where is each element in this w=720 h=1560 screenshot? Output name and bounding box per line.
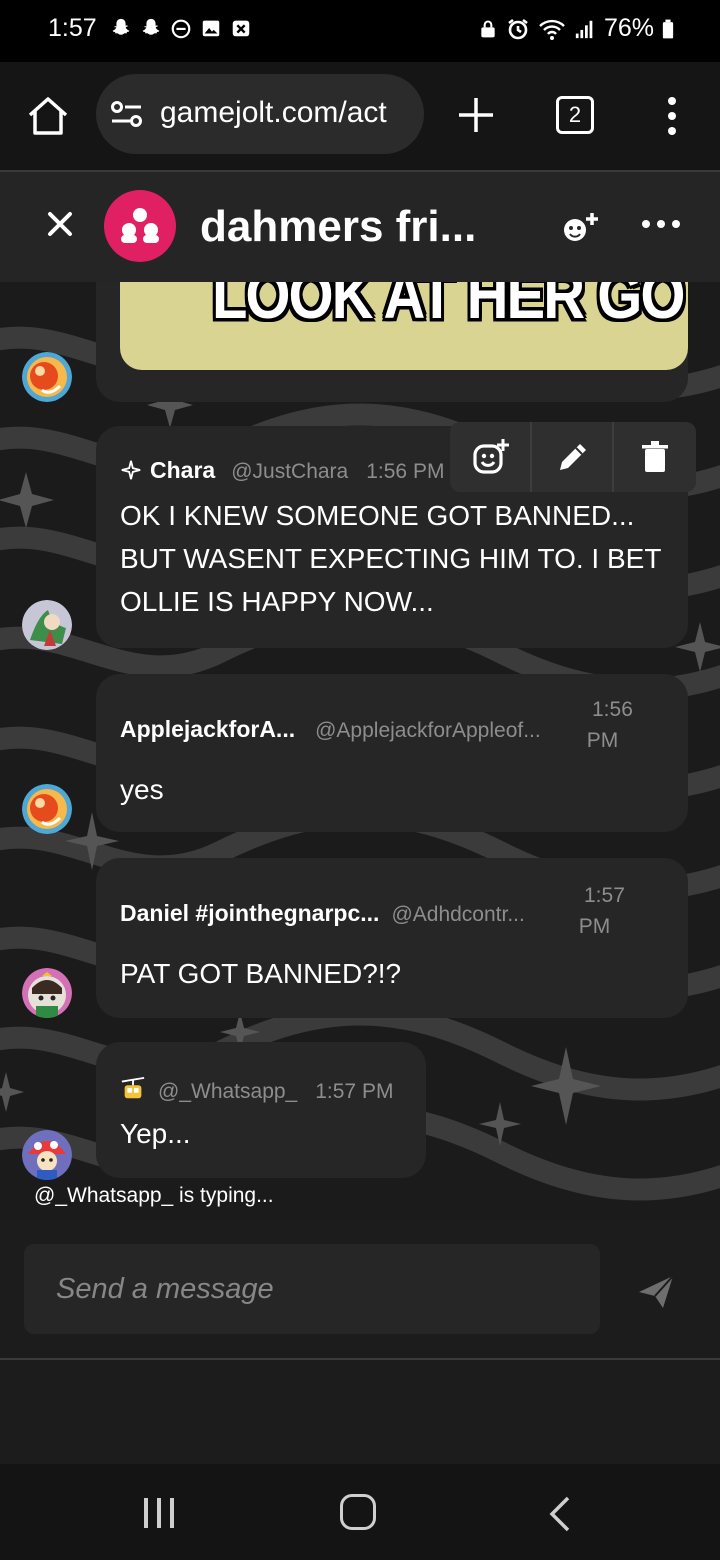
avatar[interactable] [22, 1130, 72, 1180]
gallery-icon [200, 16, 222, 40]
trash-icon [642, 441, 668, 472]
site-settings-icon[interactable] [110, 100, 144, 128]
address-bar[interactable]: gamejolt.com/act [96, 74, 424, 154]
message-header: Chara @JustChara 1:56 PM [120, 456, 444, 484]
message-input[interactable] [24, 1244, 600, 1334]
alarm-icon [508, 18, 528, 39]
status-bar: 1:57 76% [0, 0, 720, 62]
avatar-apple-image [22, 784, 72, 834]
lock-icon [481, 20, 495, 37]
close-box-icon [230, 16, 252, 40]
message-text: yes [120, 774, 164, 805]
message-time: 1:56 PM [366, 460, 445, 483]
battery-icon [662, 19, 674, 38]
pencil-icon [560, 444, 586, 470]
message-handle[interactable]: @_Whatsapp_ [158, 1080, 297, 1104]
edit-message-button[interactable] [532, 422, 614, 492]
wifi-icon [539, 19, 565, 40]
message-header: ApplejackforA... @ApplejackforAppleof... [120, 716, 541, 743]
message-text: PAT GOT BANNED?!? [120, 958, 402, 989]
snapchat-icon [140, 16, 162, 40]
message-handle[interactable]: @Adhdcontr... [391, 903, 524, 927]
chat-title[interactable]: dahmers fri... [200, 202, 476, 252]
add-reaction-icon [473, 439, 509, 474]
avatar[interactable] [22, 784, 72, 834]
chat-header: dahmers fri... [0, 170, 720, 282]
message-handle[interactable]: @ApplejackforAppleof... [315, 719, 541, 743]
avatar-chara-image [22, 600, 72, 650]
url-text: gamejolt.com/act [160, 96, 387, 129]
signal-icon [575, 20, 593, 38]
message-author[interactable]: Daniel #jointhegnarpc... [120, 900, 379, 927]
message-time: 1:56 PM [586, 698, 633, 752]
home-button[interactable] [340, 1494, 376, 1530]
avatar-apple-image [22, 352, 72, 402]
message-bubble[interactable]: ApplejackforA... @ApplejackforAppleof...… [96, 674, 688, 832]
dnd-icon [170, 16, 192, 40]
avatar-toad-image [22, 1130, 72, 1180]
avatar-daniel-image [22, 968, 72, 1018]
add-reaction-button[interactable] [450, 422, 532, 492]
tab-switcher-button[interactable]: 2 [556, 96, 594, 134]
add-member-icon[interactable] [558, 210, 600, 246]
meme-image[interactable]: LOOK AT HER GO [120, 282, 688, 370]
group-avatar[interactable] [104, 190, 176, 262]
browser-toolbar: gamejolt.com/act 2 [0, 62, 720, 170]
message-time: 1:57 PM [315, 1080, 394, 1103]
message-text: OK I KNEW SOMEONE GOT BANNED... BUT WASE… [120, 500, 661, 617]
message-header: Daniel #jointhegnarpc... @Adhdcontr... [120, 900, 525, 927]
meme-caption: LOOK AT HER GO [212, 282, 685, 333]
message-header: @_Whatsapp_ 1:57 PM [120, 1072, 393, 1104]
recent-apps-icon[interactable] [142, 1496, 176, 1530]
back-icon[interactable] [548, 1496, 572, 1532]
close-icon[interactable] [46, 210, 74, 238]
message-action-bar [450, 422, 696, 492]
message-time: 1:57 PM [578, 884, 625, 938]
avatar[interactable] [22, 968, 72, 1018]
group-icon [121, 208, 159, 243]
message-bubble[interactable]: Daniel #jointhegnarpc... @Adhdcontr... 1… [96, 858, 688, 1018]
typing-indicator: @_Whatsapp_ is typing... [34, 1184, 274, 1207]
notification-icons [110, 16, 252, 40]
send-icon[interactable] [636, 1272, 676, 1312]
delete-message-button[interactable] [614, 422, 696, 492]
more-vert-icon[interactable] [660, 96, 684, 136]
message-handle[interactable]: @JustChara [231, 460, 348, 484]
message-composer [0, 1220, 720, 1360]
sparkle-icon [121, 460, 141, 480]
message-bubble[interactable]: @_Whatsapp_ 1:57 PM Yep... [96, 1042, 426, 1178]
message-text: Yep... [120, 1118, 191, 1149]
snapchat-icon [110, 16, 132, 40]
cable-car-icon [121, 1076, 145, 1099]
chat-messages[interactable]: LOOK AT HER GO Chara @JustChara 1:56 PM … [0, 282, 720, 1220]
more-horiz-icon[interactable] [640, 216, 682, 232]
status-time: 1:57 [48, 14, 97, 42]
message-author[interactable]: ApplejackforA... [120, 716, 295, 743]
home-icon[interactable] [26, 94, 70, 138]
new-tab-icon[interactable] [455, 94, 497, 136]
page-footer-space [0, 1360, 720, 1464]
avatar[interactable] [22, 600, 72, 650]
system-nav-bar [0, 1464, 720, 1560]
avatar[interactable] [22, 352, 72, 402]
status-right: 76% [478, 14, 674, 43]
battery-percent: 76% [603, 14, 654, 42]
message-author[interactable]: Chara [150, 457, 215, 484]
meme-message-bubble[interactable]: LOOK AT HER GO [96, 282, 688, 402]
